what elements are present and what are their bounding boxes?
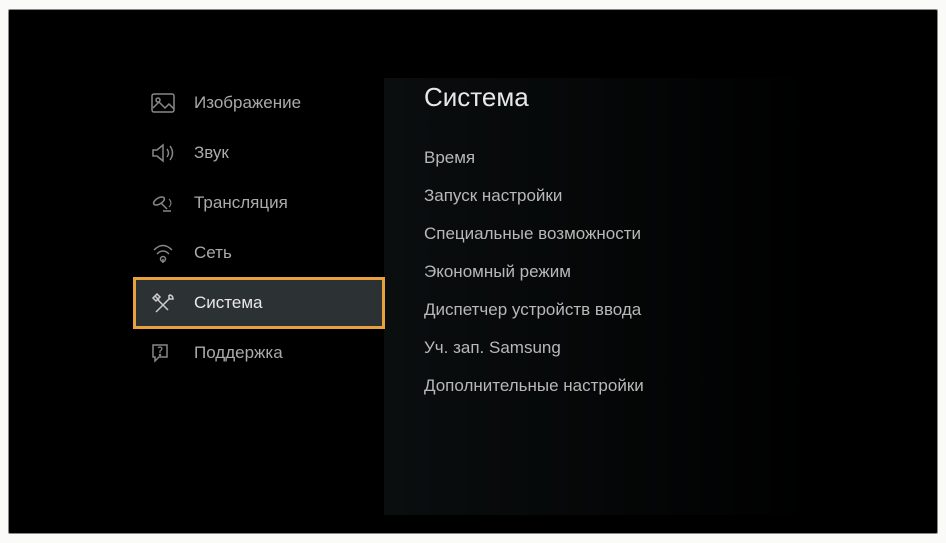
sidebar-item-label: Поддержка xyxy=(194,343,283,363)
content-item-samsung-account[interactable]: Уч. зап. Samsung xyxy=(424,329,814,367)
content-title: Система xyxy=(424,78,814,113)
content-item-advanced[interactable]: Дополнительные настройки xyxy=(424,367,814,405)
picture-icon xyxy=(150,92,176,114)
sidebar-item-network[interactable]: Сеть xyxy=(134,228,384,278)
content-list: Время Запуск настройки Специальные возмо… xyxy=(424,139,814,405)
tv-frame: Изображение Звук xyxy=(8,9,938,534)
sidebar-item-label: Звук xyxy=(194,143,229,163)
sidebar-item-label: Сеть xyxy=(194,243,232,263)
sidebar-item-label: Система xyxy=(194,293,262,313)
sidebar-item-label: Трансляция xyxy=(194,193,288,213)
sound-icon xyxy=(150,142,176,164)
content-item-setup[interactable]: Запуск настройки xyxy=(424,177,814,215)
tv-screen: Изображение Звук xyxy=(29,28,917,515)
content-item-time[interactable]: Время xyxy=(424,139,814,177)
sidebar-item-picture[interactable]: Изображение xyxy=(134,78,384,128)
sidebar: Изображение Звук xyxy=(134,78,384,515)
sidebar-item-system[interactable]: Система xyxy=(134,278,384,328)
sidebar-item-broadcast[interactable]: Трансляция xyxy=(134,178,384,228)
content-item-eco[interactable]: Экономный режим xyxy=(424,253,814,291)
content-item-device-manager[interactable]: Диспетчер устройств ввода xyxy=(424,291,814,329)
tools-icon xyxy=(150,292,176,314)
sidebar-item-sound[interactable]: Звук xyxy=(134,128,384,178)
sidebar-item-support[interactable]: Поддержка xyxy=(134,328,384,378)
content-item-accessibility[interactable]: Специальные возможности xyxy=(424,215,814,253)
content-panel: Система Время Запуск настройки Специальн… xyxy=(384,78,814,515)
sidebar-item-label: Изображение xyxy=(194,93,301,113)
network-icon xyxy=(150,242,176,264)
satellite-icon xyxy=(150,192,176,214)
support-icon xyxy=(150,342,176,364)
